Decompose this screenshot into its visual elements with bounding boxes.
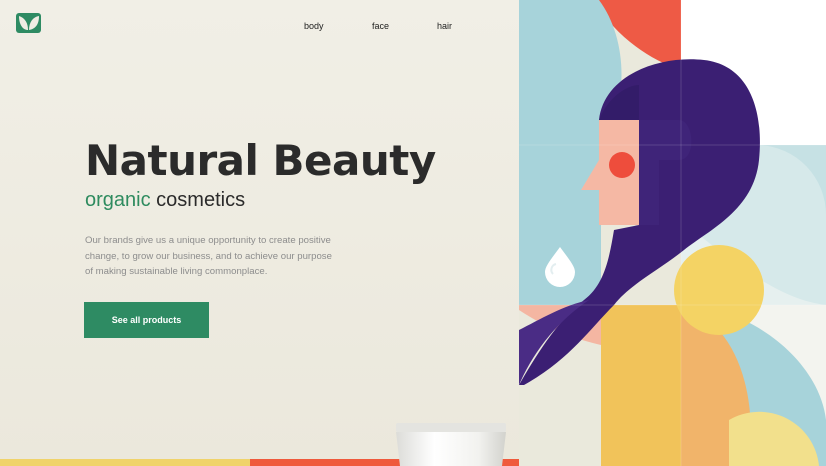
- hero-title: Natural Beauty: [85, 136, 436, 185]
- hero-description: Our brands give us a unique opportunity …: [85, 235, 332, 277]
- subtitle-rest: cosmetics: [150, 189, 246, 211]
- leaf-logo-icon[interactable]: [16, 13, 41, 33]
- nav-link-face[interactable]: face: [372, 21, 389, 31]
- nav-link-body[interactable]: body: [304, 21, 324, 31]
- bottom-stripe-yellow: [0, 459, 250, 466]
- nav-link-hair[interactable]: hair: [437, 21, 452, 31]
- hero-subtitle: organic cosmetics: [85, 190, 245, 210]
- landing-page: body face hair Natural Beauty organic co…: [0, 0, 826, 466]
- woman-portrait-illustration: [519, 0, 826, 466]
- cosmetic-tube-icon: [396, 423, 506, 466]
- subtitle-accent: organic: [85, 189, 151, 211]
- see-all-products-button[interactable]: See all products: [84, 302, 209, 338]
